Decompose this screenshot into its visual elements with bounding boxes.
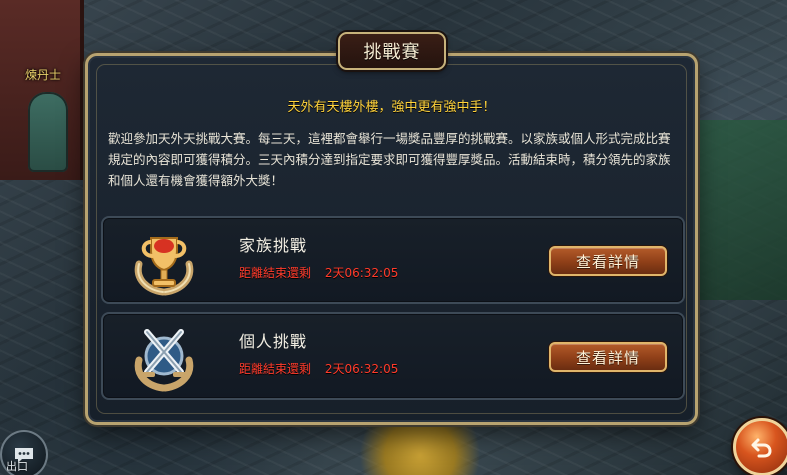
crossed-swords-icon [129, 320, 199, 392]
countdown-time: 2天06:32:05 [324, 362, 399, 376]
family-challenge-card: 家族挑戰 距離結束還剩 2天06:32:05 查看詳情 [101, 216, 685, 304]
countdown-time: 2天06:32:05 [324, 266, 399, 280]
personal-challenge-details-button[interactable]: 查看詳情 [549, 342, 667, 372]
challenge-dialog: 天外有天樓外樓，強中更有強中手！ 歡迎參加天外天挑戰大賽。每三天，這裡都會舉行一… [85, 53, 698, 425]
dialog-title: 挑戰賽 [363, 42, 421, 63]
back-button[interactable] [733, 418, 787, 475]
dialog-description: 歡迎參加天外天挑戰大賽。每三天，這裡都會舉行一場獎品豐厚的挑戰賽。以家族或個人形… [108, 131, 671, 188]
trophy-icon [129, 224, 199, 296]
countdown-label: 距離結束還剩 [239, 362, 312, 376]
npc-name-label: 煉丹士 [25, 68, 62, 82]
dialog-headline: 天外有天樓外樓，強中更有強中手！ [287, 100, 496, 115]
personal-challenge-title: 個人挑戰 [239, 332, 308, 351]
return-arrow-icon [751, 438, 772, 458]
personal-challenge-card: 個人挑戰 距離結束還剩 2天06:32:05 查看詳情 [101, 312, 685, 400]
family-challenge-title: 家族挑戰 [239, 236, 308, 255]
chat-label: 出口 [6, 460, 28, 473]
npc-character[interactable] [28, 92, 68, 172]
countdown-label: 距離結束還剩 [239, 266, 312, 280]
background-tree [360, 420, 480, 475]
dialog-title-tab: 挑戰賽 [338, 32, 446, 70]
family-challenge-details-button[interactable]: 查看詳情 [549, 246, 667, 276]
game-scene: 煉丹士 挑戰賽 天外有天樓外樓，強中更有強中手！ 歡迎參加天外天挑戰大賽。每三天… [0, 0, 787, 475]
family-challenge-countdown: 距離結束還剩 2天06:32:05 [239, 264, 398, 281]
personal-challenge-countdown: 距離結束還剩 2天06:32:05 [239, 360, 398, 377]
